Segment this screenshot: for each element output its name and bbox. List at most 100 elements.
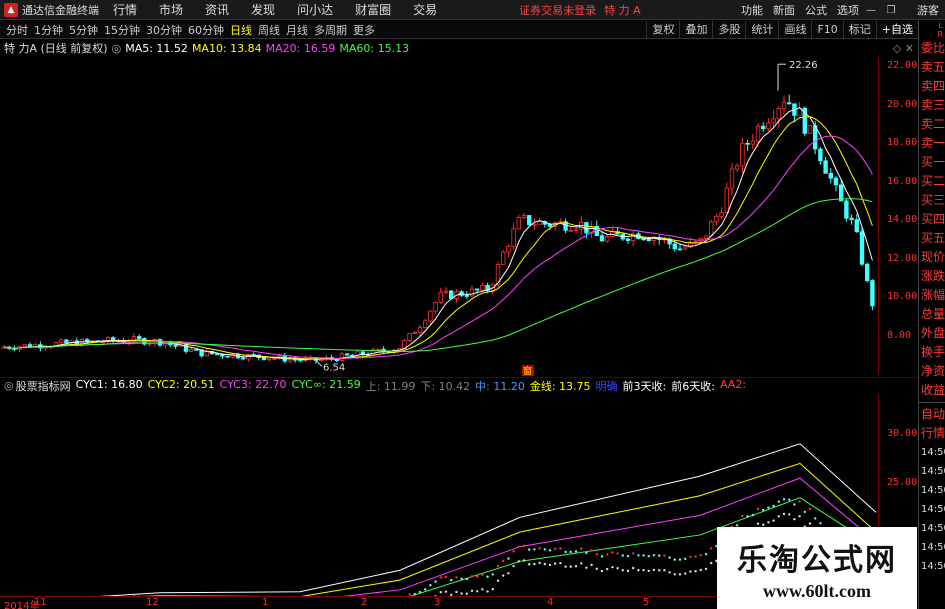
menu-function[interactable]: 功能: [741, 2, 763, 18]
f10-button[interactable]: F10: [811, 21, 842, 39]
candle-body: [272, 357, 277, 360]
candle-body: [646, 238, 651, 242]
indicator-dot: [580, 562, 583, 565]
menu-item-wealth[interactable]: 财富圈: [355, 1, 391, 18]
sidebar-quote-item: 涨跌: [921, 269, 945, 283]
candle-body: [516, 217, 521, 230]
menu-item-quote[interactable]: 行情: [113, 1, 137, 18]
sidebar-tick-item: 14:50: [921, 504, 945, 515]
indicator-dot: [548, 549, 552, 552]
menu-item-trade[interactable]: 交易: [413, 1, 437, 18]
sidebar-label-r: R: [937, 30, 943, 39]
indicator-dot: [444, 575, 448, 579]
period-tab-timeshare[interactable]: 分时: [6, 22, 28, 38]
menu-item-ask[interactable]: 问小达: [297, 1, 333, 18]
period-tab-more[interactable]: 更多: [353, 22, 375, 38]
overlay-button[interactable]: 叠加: [679, 21, 712, 39]
indicator-dot: [481, 588, 484, 591]
candle-body: [240, 357, 246, 360]
menu-item-market[interactable]: 市场: [159, 1, 183, 18]
indicator-dot: [502, 559, 505, 563]
indicator-dot: [569, 565, 572, 568]
settings-icon[interactable]: ◎: [112, 42, 122, 55]
indicator-tick-label: 30.00: [887, 428, 918, 439]
menu-item-discover[interactable]: 发现: [251, 1, 275, 18]
indicator-value: 下: 10.42: [420, 379, 471, 393]
indicator-value: 金线: 13.75: [529, 379, 591, 393]
draw-line-button[interactable]: 画线: [778, 21, 811, 39]
period-tab-monthly[interactable]: 月线: [286, 22, 308, 38]
menu-item-news[interactable]: 资讯: [205, 1, 229, 18]
candle-body: [776, 107, 781, 120]
indicator-dot: [694, 555, 697, 558]
mark-button[interactable]: 标记: [842, 21, 876, 39]
sidebar-quote-item: 外盘: [921, 326, 945, 340]
indicator-dot: [710, 561, 713, 565]
period-tab-30min[interactable]: 30分钟: [146, 22, 182, 38]
indicator-dot: [673, 573, 676, 576]
indicator-dot: [522, 559, 526, 562]
indicator-dot: [460, 577, 463, 581]
candle-body: [599, 235, 605, 242]
watermark-url: www.60lt.com: [763, 580, 871, 601]
add-watchlist-button[interactable]: +自选: [875, 21, 918, 39]
indicator-dot: [533, 562, 536, 566]
indicator-dot: [741, 514, 744, 518]
sidebar-quote-item: 买五: [921, 231, 945, 245]
indicator-dot: [637, 568, 640, 572]
indicator-dot: [470, 574, 474, 578]
period-tab-15min[interactable]: 15分钟: [104, 22, 140, 38]
menu-formula[interactable]: 公式: [805, 2, 827, 18]
indicator-dot: [554, 547, 557, 551]
login-notice[interactable]: 证券交易未登录: [519, 2, 596, 18]
candle-body: [339, 353, 345, 362]
indicator-dot: [777, 500, 780, 503]
candle-body: [64, 339, 69, 344]
candle-body: [683, 246, 688, 250]
indicator-dot: [632, 566, 635, 570]
period-tab-1min[interactable]: 1分钟: [34, 22, 63, 38]
menu-new-layout[interactable]: 新面: [773, 2, 795, 18]
candlestick-chart[interactable]: 22.26 6.54 窗: [0, 56, 878, 376]
sidebar-tick-item: 14:50: [921, 485, 945, 496]
candle-body: [823, 160, 828, 174]
restore-icon[interactable]: ❐: [883, 3, 899, 17]
indicator-dot: [569, 550, 572, 554]
price-tick-label: 8.00: [887, 329, 912, 341]
price-tick-label: 16.00: [887, 175, 918, 187]
minimize-icon[interactable]: —: [863, 3, 879, 17]
period-tab-multi[interactable]: 多周期: [314, 22, 347, 38]
sidebar-tick-item[interactable]: 自动: [919, 405, 945, 424]
date-label-nov: 11: [34, 597, 47, 608]
indicator-dot: [470, 589, 474, 593]
period-tab-5min[interactable]: 5分钟: [69, 22, 98, 38]
candle-body: [464, 295, 469, 297]
candle-body: [188, 349, 194, 352]
toolbar-right-buttons: 复权 叠加 多股 统计 画线 F10 标记 +自选: [646, 21, 918, 39]
candle-body: [521, 215, 527, 218]
sidebar-tick-item[interactable]: 行情: [919, 424, 945, 443]
period-tab-60min[interactable]: 60分钟: [188, 22, 224, 38]
user-label[interactable]: 游客: [917, 2, 939, 18]
sidebar-tick-item: 14:50: [921, 523, 945, 534]
candle-body: [818, 148, 823, 162]
indicator-dot: [439, 576, 442, 579]
multi-stock-button[interactable]: 多股: [712, 21, 745, 39]
period-tab-daily[interactable]: 日线: [230, 22, 252, 38]
menu-options[interactable]: 选项: [837, 2, 859, 18]
sidebar-tick-item: 14:50: [921, 561, 945, 572]
adjust-button[interactable]: 复权: [646, 21, 679, 39]
sidebar-quote-list: 委比 卖五 卖四 卖三 卖二 卖一 买一 买二 买三 买四 买五 现价 涨跌 涨幅 总量 外盘 换手 净资 收益: [919, 39, 945, 400]
candle-body: [568, 229, 573, 232]
stats-button[interactable]: 统计: [745, 21, 778, 39]
chart-close-icon[interactable]: ◇ ✕: [893, 42, 914, 55]
indicator-dot: [762, 523, 765, 526]
indicator-dot: [616, 567, 619, 570]
period-tab-weekly[interactable]: 周线: [258, 22, 280, 38]
indicator-settings-icon[interactable]: ◎: [4, 379, 14, 392]
indicator-dot: [704, 567, 708, 571]
indicator-dot: [663, 569, 666, 572]
candle-body: [194, 349, 199, 351]
indicator-dot: [595, 552, 598, 556]
indicator-dot: [658, 554, 661, 557]
